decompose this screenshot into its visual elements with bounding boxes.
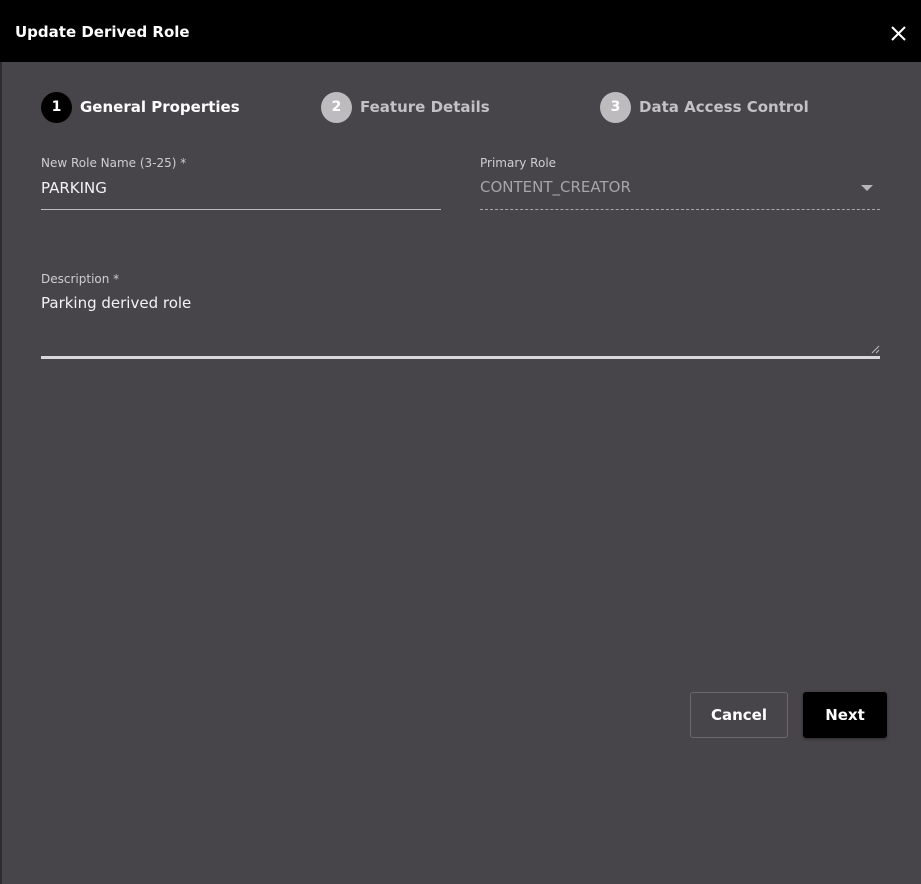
primary-role-underline [480,209,880,210]
description-underline [41,356,880,359]
chevron-down-icon[interactable] [861,185,873,191]
step-label: Data Access Control [639,98,809,116]
dialog-title: Update Derived Role [15,23,190,41]
dialog-header: Update Derived Role [0,0,921,62]
role-name-input[interactable] [41,177,439,199]
step-number-badge: 2 [321,91,352,123]
update-derived-role-dialog: Update Derived Role 1 General Properties… [0,0,921,884]
role-name-underline [41,209,441,210]
resize-grip-icon[interactable] [870,344,880,354]
close-icon [891,26,906,41]
primary-role-label: Primary Role [480,156,557,170]
dialog-left-edge [0,62,2,884]
cancel-button[interactable]: Cancel [690,692,788,738]
description-label: Description * [41,272,120,286]
step-label: Feature Details [360,98,490,116]
step-label: General Properties [80,98,240,116]
step-number-badge: 1 [41,91,72,123]
step-data-access-control[interactable]: 3 Data Access Control [600,91,809,123]
step-general-properties[interactable]: 1 General Properties [41,91,240,123]
close-button[interactable] [888,22,910,44]
primary-role-select[interactable]: CONTENT_CREATOR [480,178,631,196]
step-number-badge: 3 [600,91,631,123]
description-textarea[interactable]: Parking derived role [41,292,880,356]
step-feature-details[interactable]: 2 Feature Details [321,91,490,123]
role-name-label: New Role Name (3-25) * [41,156,187,170]
next-button[interactable]: Next [803,692,887,738]
